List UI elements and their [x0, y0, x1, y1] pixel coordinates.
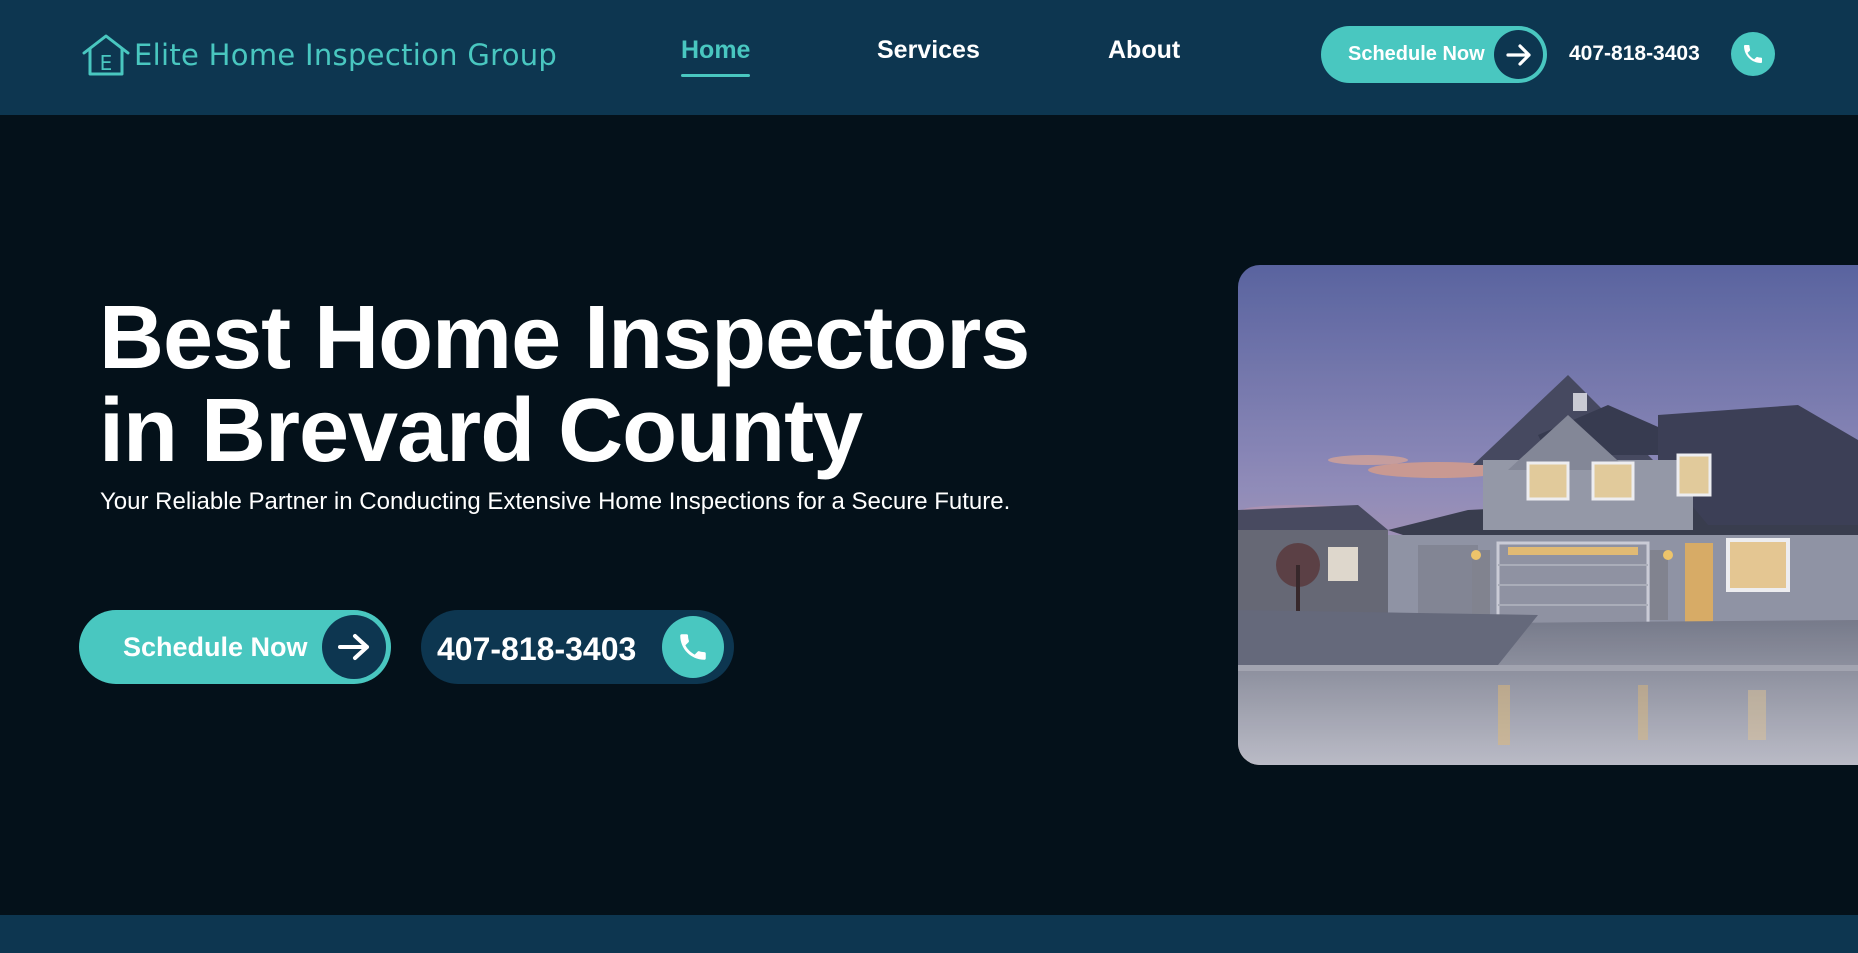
footer-strip [0, 915, 1858, 953]
hero-schedule-button[interactable]: Schedule Now [79, 610, 391, 684]
hero-phone-button[interactable]: 407-818-3403 [421, 610, 734, 684]
site-logo[interactable]: E Elite Home Inspection Group [80, 32, 557, 78]
hero-house-image [1238, 265, 1858, 765]
svg-text:E: E [100, 51, 113, 75]
hero-title: Best Home Inspectors in Brevard County [99, 292, 1030, 481]
header-schedule-label: Schedule Now [1348, 43, 1485, 65]
house-e-icon: E [82, 34, 130, 76]
hero-title-line2: in Brevard County [99, 381, 863, 481]
arrow-right-icon [322, 615, 386, 679]
nav-services-label: Services [877, 36, 980, 64]
hero-schedule-label: Schedule Now [123, 632, 308, 662]
hero-phone-label: 407-818-3403 [437, 631, 637, 667]
phone-icon[interactable] [1731, 32, 1775, 76]
nav-about-label: About [1108, 36, 1181, 64]
nav-active-underline [681, 74, 751, 77]
nav-services[interactable]: Services [877, 36, 980, 65]
hero-title-line1: Best Home Inspectors [99, 288, 1030, 388]
site-header: E Elite Home Inspection Group Home Servi… [0, 0, 1858, 115]
nav-home-label: Home [681, 36, 751, 64]
house-photo [1238, 265, 1858, 765]
hero-subtitle: Your Reliable Partner in Conducting Exte… [100, 488, 1011, 515]
header-phone-link[interactable]: 407-818-3403 [1569, 42, 1700, 66]
arrow-right-icon [1494, 30, 1543, 79]
phone-icon [662, 616, 724, 678]
nav-about[interactable]: About [1108, 36, 1180, 65]
nav-home[interactable]: Home [681, 36, 751, 77]
logo-text: Elite Home Inspection Group [134, 38, 558, 72]
header-schedule-button[interactable]: Schedule Now [1321, 26, 1547, 83]
